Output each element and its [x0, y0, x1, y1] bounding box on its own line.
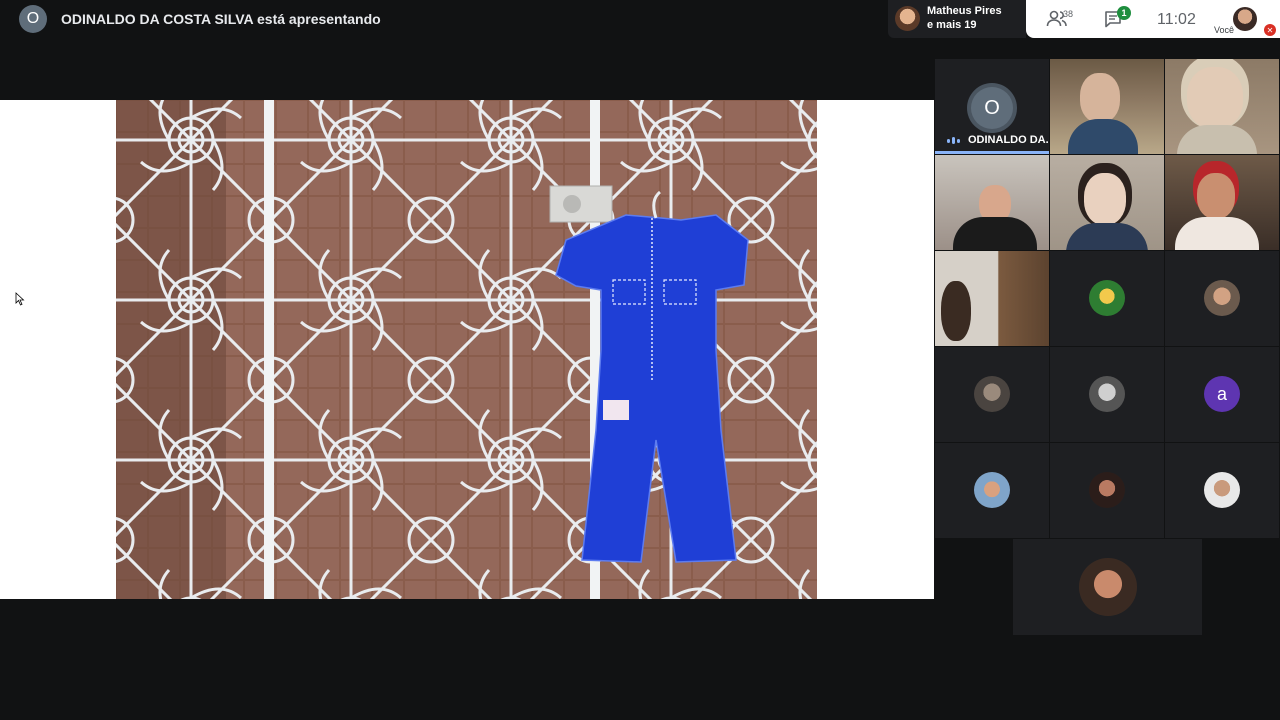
- chat-unread-badge: 1: [1117, 6, 1131, 20]
- presenter-status: ODINALDO DA COSTA SILVA está apresentand…: [61, 11, 381, 27]
- participant-avatar: [1204, 280, 1240, 316]
- presentation-slide-image: [116, 100, 817, 599]
- presenter-avatar: O: [19, 5, 47, 33]
- participant-face: [1084, 173, 1126, 225]
- self-avatar[interactable]: [1233, 7, 1257, 31]
- participant-body: [1175, 217, 1259, 250]
- presentation-stage: [0, 100, 934, 599]
- participant-tile[interactable]: [1165, 251, 1279, 346]
- cursor-icon: [15, 292, 25, 306]
- participant-tile[interactable]: [1050, 347, 1164, 442]
- participant-face: [1187, 67, 1243, 129]
- participant-face: [1197, 173, 1235, 219]
- active-speaker-bar: [935, 151, 1049, 154]
- participant-body: [1177, 125, 1257, 154]
- presenter-bar: O ODINALDO DA COSTA SILVA está apresenta…: [0, 0, 885, 38]
- participant-tile[interactable]: [935, 347, 1049, 442]
- participant-avatar: [1089, 472, 1125, 508]
- participant-body: [1068, 119, 1138, 154]
- self-label: Você: [1214, 25, 1235, 35]
- mic-off-icon: ✕: [1264, 24, 1276, 36]
- participant-video[interactable]: [935, 251, 1049, 346]
- participant-video[interactable]: [1050, 59, 1164, 154]
- participant-tile[interactable]: [1050, 251, 1164, 346]
- meeting-info-panel: 38 1 11:02 Você ✕: [1026, 0, 1280, 38]
- participant-tile[interactable]: [1050, 443, 1164, 538]
- speaking-indicator: [947, 137, 960, 144]
- participant-face: [941, 281, 971, 341]
- participant-body: [1066, 223, 1148, 250]
- participant-tile[interactable]: [1013, 539, 1202, 635]
- join-avatar: [895, 6, 920, 31]
- participant-avatar: [1089, 280, 1125, 316]
- participant-tile[interactable]: [1165, 443, 1279, 538]
- participant-video[interactable]: [1050, 155, 1164, 250]
- participant-video[interactable]: [935, 155, 1049, 250]
- participant-name: ODINALDO DA...: [968, 134, 1049, 146]
- participant-video[interactable]: [1165, 59, 1279, 154]
- participant-avatar: [974, 472, 1010, 508]
- slide-photo: [116, 100, 817, 599]
- participant-avatar: [1079, 558, 1137, 616]
- participant-grid: O ODINALDO DA... a: [935, 59, 1280, 635]
- people-count: 38: [1063, 9, 1074, 19]
- participant-avatar: [1089, 376, 1125, 412]
- participant-video[interactable]: [1165, 155, 1279, 250]
- participant-face: [1080, 73, 1120, 123]
- participant-tile[interactable]: [935, 443, 1049, 538]
- join-notification[interactable]: Matheus Pires e mais 19: [888, 0, 1026, 38]
- join-more: e mais 19: [927, 19, 977, 31]
- participant-body: [953, 217, 1037, 250]
- participant-avatar: O: [971, 87, 1013, 129]
- participant-avatar: [1204, 472, 1240, 508]
- participant-tile[interactable]: a: [1165, 347, 1279, 442]
- participant-avatar: [974, 376, 1010, 412]
- meeting-clock: 11:02: [1157, 11, 1196, 28]
- participant-avatar-letter: a: [1204, 376, 1240, 412]
- participant-tile-presenter[interactable]: O ODINALDO DA...: [935, 59, 1049, 154]
- join-name: Matheus Pires: [927, 5, 1002, 17]
